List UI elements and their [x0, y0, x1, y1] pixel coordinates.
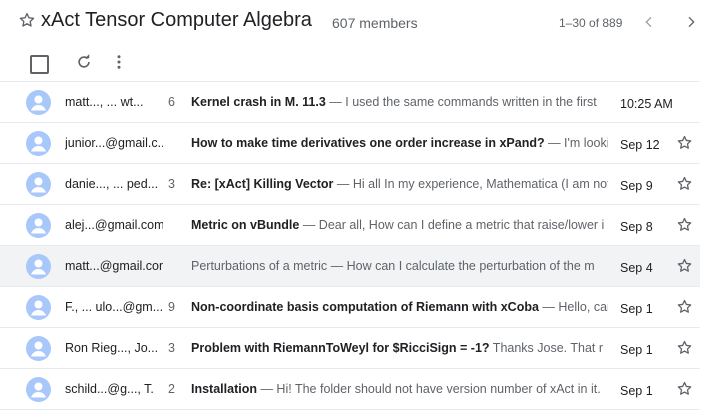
person-avatar-icon: [26, 90, 51, 115]
star-outline-icon[interactable]: [676, 175, 693, 192]
thread-date: Sep 1: [620, 302, 653, 316]
pagination-range: 1–30 of 889: [559, 16, 623, 30]
star-outline-icon[interactable]: [676, 216, 693, 233]
thread-message-count: 6: [168, 95, 175, 109]
star-outline-icon[interactable]: [676, 339, 693, 356]
thread-subject-line: Re: [xAct] Killing Vector — Hi all In my…: [191, 177, 608, 191]
thread-subject-line: Perturbations of a metric — How can I ca…: [191, 259, 608, 273]
star-outline-icon[interactable]: [18, 11, 36, 29]
thread-subject-line: Non-coordinate basis computation of Riem…: [191, 300, 608, 314]
thread-row[interactable]: F., ... ulo...@gm... 9 Non-coordinate basi…: [0, 286, 700, 327]
star-outline-icon[interactable]: [676, 298, 693, 315]
thread-subject: Problem with RiemannToWeyl for $RicciSig…: [191, 341, 490, 355]
thread-row[interactable]: junior...@gmail.c... How to make time der…: [0, 122, 700, 163]
thread-subject-line: Kernel crash in M. 11.3 — I used the sam…: [191, 95, 604, 109]
thread-message-count: 2: [168, 382, 175, 396]
thread-sender: danie..., ... ped...: [65, 177, 159, 191]
thread-subject: Kernel crash in M. 11.3: [191, 95, 326, 109]
thread-sender: matt..., ... wt...: [65, 95, 144, 109]
thread-subject-line: Problem with RiemannToWeyl for $RicciSig…: [191, 341, 608, 355]
thread-row[interactable]: alej...@gmail.com Metric on vBundle — Dea…: [0, 204, 700, 245]
thread-sender: F., ... ulo...@gm...: [65, 300, 163, 314]
person-avatar-icon: [26, 131, 51, 156]
thread-row[interactable]: danie..., ... ped... 3 Re: [xAct] Killing …: [0, 163, 700, 204]
thread-row[interactable]: matt..., ... wt... 6 Kernel crash in M. 11…: [0, 81, 700, 122]
thread-subject: How to make time derivatives one order i…: [191, 136, 545, 150]
thread-message-count: 9: [168, 300, 175, 314]
thread-message-count: 3: [168, 177, 175, 191]
group-header: xAct Tensor Computer Algebra 607 members…: [0, 0, 712, 46]
person-avatar-icon: [26, 213, 51, 238]
thread-date: Sep 4: [620, 261, 653, 275]
thread-row[interactable]: matt...@gmail.com Perturbations of a metr…: [0, 245, 700, 286]
person-avatar-icon: [26, 172, 51, 197]
star-outline-icon[interactable]: [676, 380, 693, 397]
thread-date: Sep 9: [620, 179, 653, 193]
thread-sender: schild...@g..., T.: [65, 382, 154, 396]
thread-date: 10:25 AM: [620, 97, 673, 111]
person-avatar-icon: [26, 254, 51, 279]
thread-message-count: 3: [168, 341, 175, 355]
list-toolbar: [0, 46, 712, 82]
thread-subject-line: Installation — Hi! The folder should not…: [191, 382, 608, 396]
person-avatar-icon: [26, 336, 51, 361]
thread-subject-line: How to make time derivatives one order i…: [191, 136, 608, 150]
thread-subject: Installation: [191, 382, 257, 396]
thread-row[interactable]: schild...@g..., T. 2 Installation — Hi! Th…: [0, 368, 700, 410]
thread-row[interactable]: Ron Rieg..., Jo... 3 Problem with RiemannT…: [0, 327, 700, 368]
thread-sender: matt...@gmail.com: [65, 259, 163, 273]
thread-sender: alej...@gmail.com: [65, 218, 163, 232]
thread-snippet: — Hi! The folder should not have version…: [256, 382, 601, 396]
thread-snippet: — Hello, can: [538, 300, 608, 314]
thread-date: Sep 1: [620, 384, 653, 398]
refresh-icon[interactable]: [75, 53, 93, 71]
member-count: 607 members: [332, 15, 418, 31]
thread-subject: Non-coordinate basis computation of Riem…: [191, 300, 539, 314]
thread-sender: Ron Rieg..., Jo...: [65, 341, 159, 355]
more-vert-icon[interactable]: [110, 53, 128, 71]
star-outline-icon[interactable]: [676, 134, 693, 151]
thread-subject-line: Metric on vBundle — Dear all, How can I …: [191, 218, 608, 232]
star-outline-icon[interactable]: [676, 257, 693, 274]
person-avatar-icon: [26, 377, 51, 402]
thread-snippet: — I used the same commands written in th…: [325, 95, 597, 109]
chevron-left-icon[interactable]: [641, 14, 657, 30]
thread-sender: junior...@gmail.c...: [65, 136, 163, 150]
thread-snippet: Perturbations of a metric — How can I ca…: [191, 259, 595, 273]
thread-date: Sep 12: [620, 138, 660, 152]
thread-snippet: — I'm looking: [548, 136, 608, 150]
thread-date: Sep 1: [620, 343, 653, 357]
thread-snippet: Thanks Jose. That r: [489, 341, 604, 355]
thread-subject: Re: [xAct] Killing Vector: [191, 177, 334, 191]
thread-snippet: — Hi all In my experience, Mathematica (…: [333, 177, 608, 191]
select-all-checkbox[interactable]: [30, 55, 49, 74]
thread-subject: Metric on vBundle: [191, 218, 300, 232]
group-title: xAct Tensor Computer Algebra: [41, 9, 312, 31]
thread-snippet: — Dear all, How can I define a metric th…: [299, 218, 605, 232]
thread-date: Sep 8: [620, 220, 653, 234]
chevron-right-icon[interactable]: [683, 14, 699, 30]
person-avatar-icon: [26, 295, 51, 320]
thread-list: matt..., ... wt... 6 Kernel crash in M. 11…: [0, 81, 700, 410]
